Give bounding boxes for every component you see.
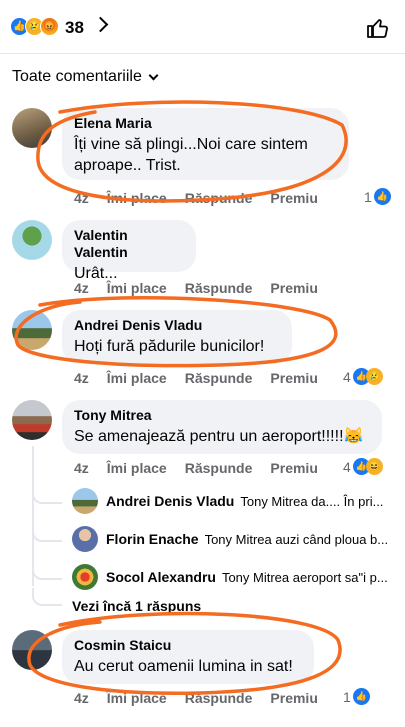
premium-link[interactable]: Premiu: [270, 280, 317, 296]
comment-time[interactable]: 4z: [74, 190, 89, 206]
comment-reactions[interactable]: 4 👍 😢: [343, 368, 383, 385]
reply-snippet: Tony Mitrea aeroport sa"i p...: [221, 569, 388, 585]
comment-text: Au cerut oamenii lumina in sat!: [74, 658, 293, 675]
comment-sort-dropdown[interactable]: Toate comentariile: [12, 68, 159, 86]
premium-link[interactable]: Premiu: [270, 190, 317, 206]
reply-item[interactable]: Florin Enache Tony Mitrea auzi când plou…: [72, 526, 402, 552]
angry-icon: 😡: [40, 17, 59, 36]
thread-connector: [32, 562, 62, 580]
like-link[interactable]: Îmi place: [107, 690, 167, 706]
like-link[interactable]: Îmi place: [107, 460, 167, 476]
reply-item[interactable]: Andrei Denis Vladu Tony Mitrea da.... În…: [72, 488, 402, 514]
like-icon: 👍: [373, 188, 391, 205]
comment-actions: 4z Îmi place Răspunde Premiu: [74, 190, 336, 206]
avatar[interactable]: [12, 108, 52, 148]
comment-time[interactable]: 4z: [74, 280, 89, 296]
reply-author[interactable]: Socol Alexandru: [106, 569, 216, 585]
reaction-summary[interactable]: 👍 😢 😡: [10, 17, 59, 36]
sort-label: Toate comentariile: [12, 68, 142, 85]
comment-bubble: Tony Mitrea Se amenajează pentru un aero…: [62, 400, 382, 454]
reply-link[interactable]: Răspunde: [185, 690, 253, 706]
reply-snippet: Tony Mitrea da.... În pri...: [240, 493, 384, 509]
comment-time[interactable]: 4z: [74, 690, 89, 706]
avatar[interactable]: [72, 564, 98, 590]
comment-author[interactable]: Cosmin Staicu: [74, 637, 302, 654]
avatar[interactable]: [72, 526, 98, 552]
avatar[interactable]: [12, 220, 52, 260]
sad-icon: 😢: [365, 368, 383, 385]
reply-author[interactable]: Florin Enache: [106, 531, 199, 547]
comment-text: Hoți fură pădurile bunicilor!: [74, 338, 265, 355]
comment-author[interactable]: Elena Maria: [74, 115, 337, 132]
comment-bubble: Elena Maria Îți vine să plingi...Noi car…: [62, 108, 349, 180]
like-button[interactable]: [366, 16, 390, 40]
chevron-right-icon[interactable]: [92, 16, 109, 33]
comment-actions: 4z Îmi place Răspunde Premiu: [74, 370, 336, 386]
comment-author[interactable]: Tony Mitrea: [74, 407, 370, 424]
comment-text: Îți vine să plingi...Noi care sintem apr…: [74, 136, 308, 174]
reply-link[interactable]: Răspunde: [185, 460, 253, 476]
comment-bubble: Andrei Denis Vladu Hoți fură pădurile bu…: [62, 310, 292, 364]
like-link[interactable]: Îmi place: [107, 190, 167, 206]
comment-actions: 4z Îmi place Răspunde Premiu: [74, 460, 336, 476]
avatar[interactable]: [12, 630, 52, 670]
comment-author[interactable]: Valentin Valentin: [74, 227, 184, 261]
like-link[interactable]: Îmi place: [107, 370, 167, 386]
thread-connector: [32, 588, 62, 606]
comment-bubble: Cosmin Staicu Au cerut oamenii lumina in…: [62, 630, 314, 684]
reaction-count[interactable]: 38: [65, 18, 84, 38]
premium-link[interactable]: Premiu: [270, 370, 317, 386]
comment-bubble: Valentin Valentin Urât...: [62, 220, 196, 282]
reply-link[interactable]: Răspunde: [185, 190, 253, 206]
chevron-down-icon: [148, 70, 159, 80]
comment-author[interactable]: Andrei Denis Vladu: [74, 317, 280, 334]
like-icon: 👍: [352, 688, 370, 705]
reply-link[interactable]: Răspunde: [185, 280, 253, 296]
thread-connector: [32, 524, 62, 542]
comment-actions: 4z Îmi place Răspunde Premiu: [74, 280, 336, 296]
premium-link[interactable]: Premiu: [270, 460, 317, 476]
thread-connector: [32, 486, 62, 504]
avatar[interactable]: [12, 310, 52, 350]
reaction-count: 1: [364, 188, 372, 205]
view-more-replies[interactable]: Vezi încă 1 răspuns: [72, 598, 201, 614]
comment-time[interactable]: 4z: [74, 370, 89, 386]
reply-author[interactable]: Andrei Denis Vladu: [106, 493, 234, 509]
reaction-count: 4: [343, 458, 351, 475]
haha-icon: 😆: [365, 458, 383, 475]
reaction-count: 1: [343, 688, 351, 705]
reply-snippet: Tony Mitrea auzi când ploua b...: [204, 531, 389, 547]
reply-link[interactable]: Răspunde: [185, 370, 253, 386]
comment-actions: 4z Îmi place Răspunde Premiu: [74, 690, 336, 706]
avatar[interactable]: [12, 400, 52, 440]
like-link[interactable]: Îmi place: [107, 280, 167, 296]
avatar[interactable]: [72, 488, 98, 514]
reply-item[interactable]: Socol Alexandru Tony Mitrea aeroport sa"…: [72, 564, 402, 590]
premium-link[interactable]: Premiu: [270, 690, 317, 706]
comment-reactions[interactable]: 1 👍: [343, 688, 370, 705]
reaction-count: 4: [343, 368, 351, 385]
comment-text: Se amenajează pentru un aeroport!!!!!😹: [74, 428, 364, 445]
reactions-header: 👍 😢 😡 38: [0, 0, 405, 54]
comment-time[interactable]: 4z: [74, 460, 89, 476]
comment-reactions[interactable]: 1 👍: [364, 188, 391, 205]
comment-reactions[interactable]: 4 👍 😆: [343, 458, 383, 475]
